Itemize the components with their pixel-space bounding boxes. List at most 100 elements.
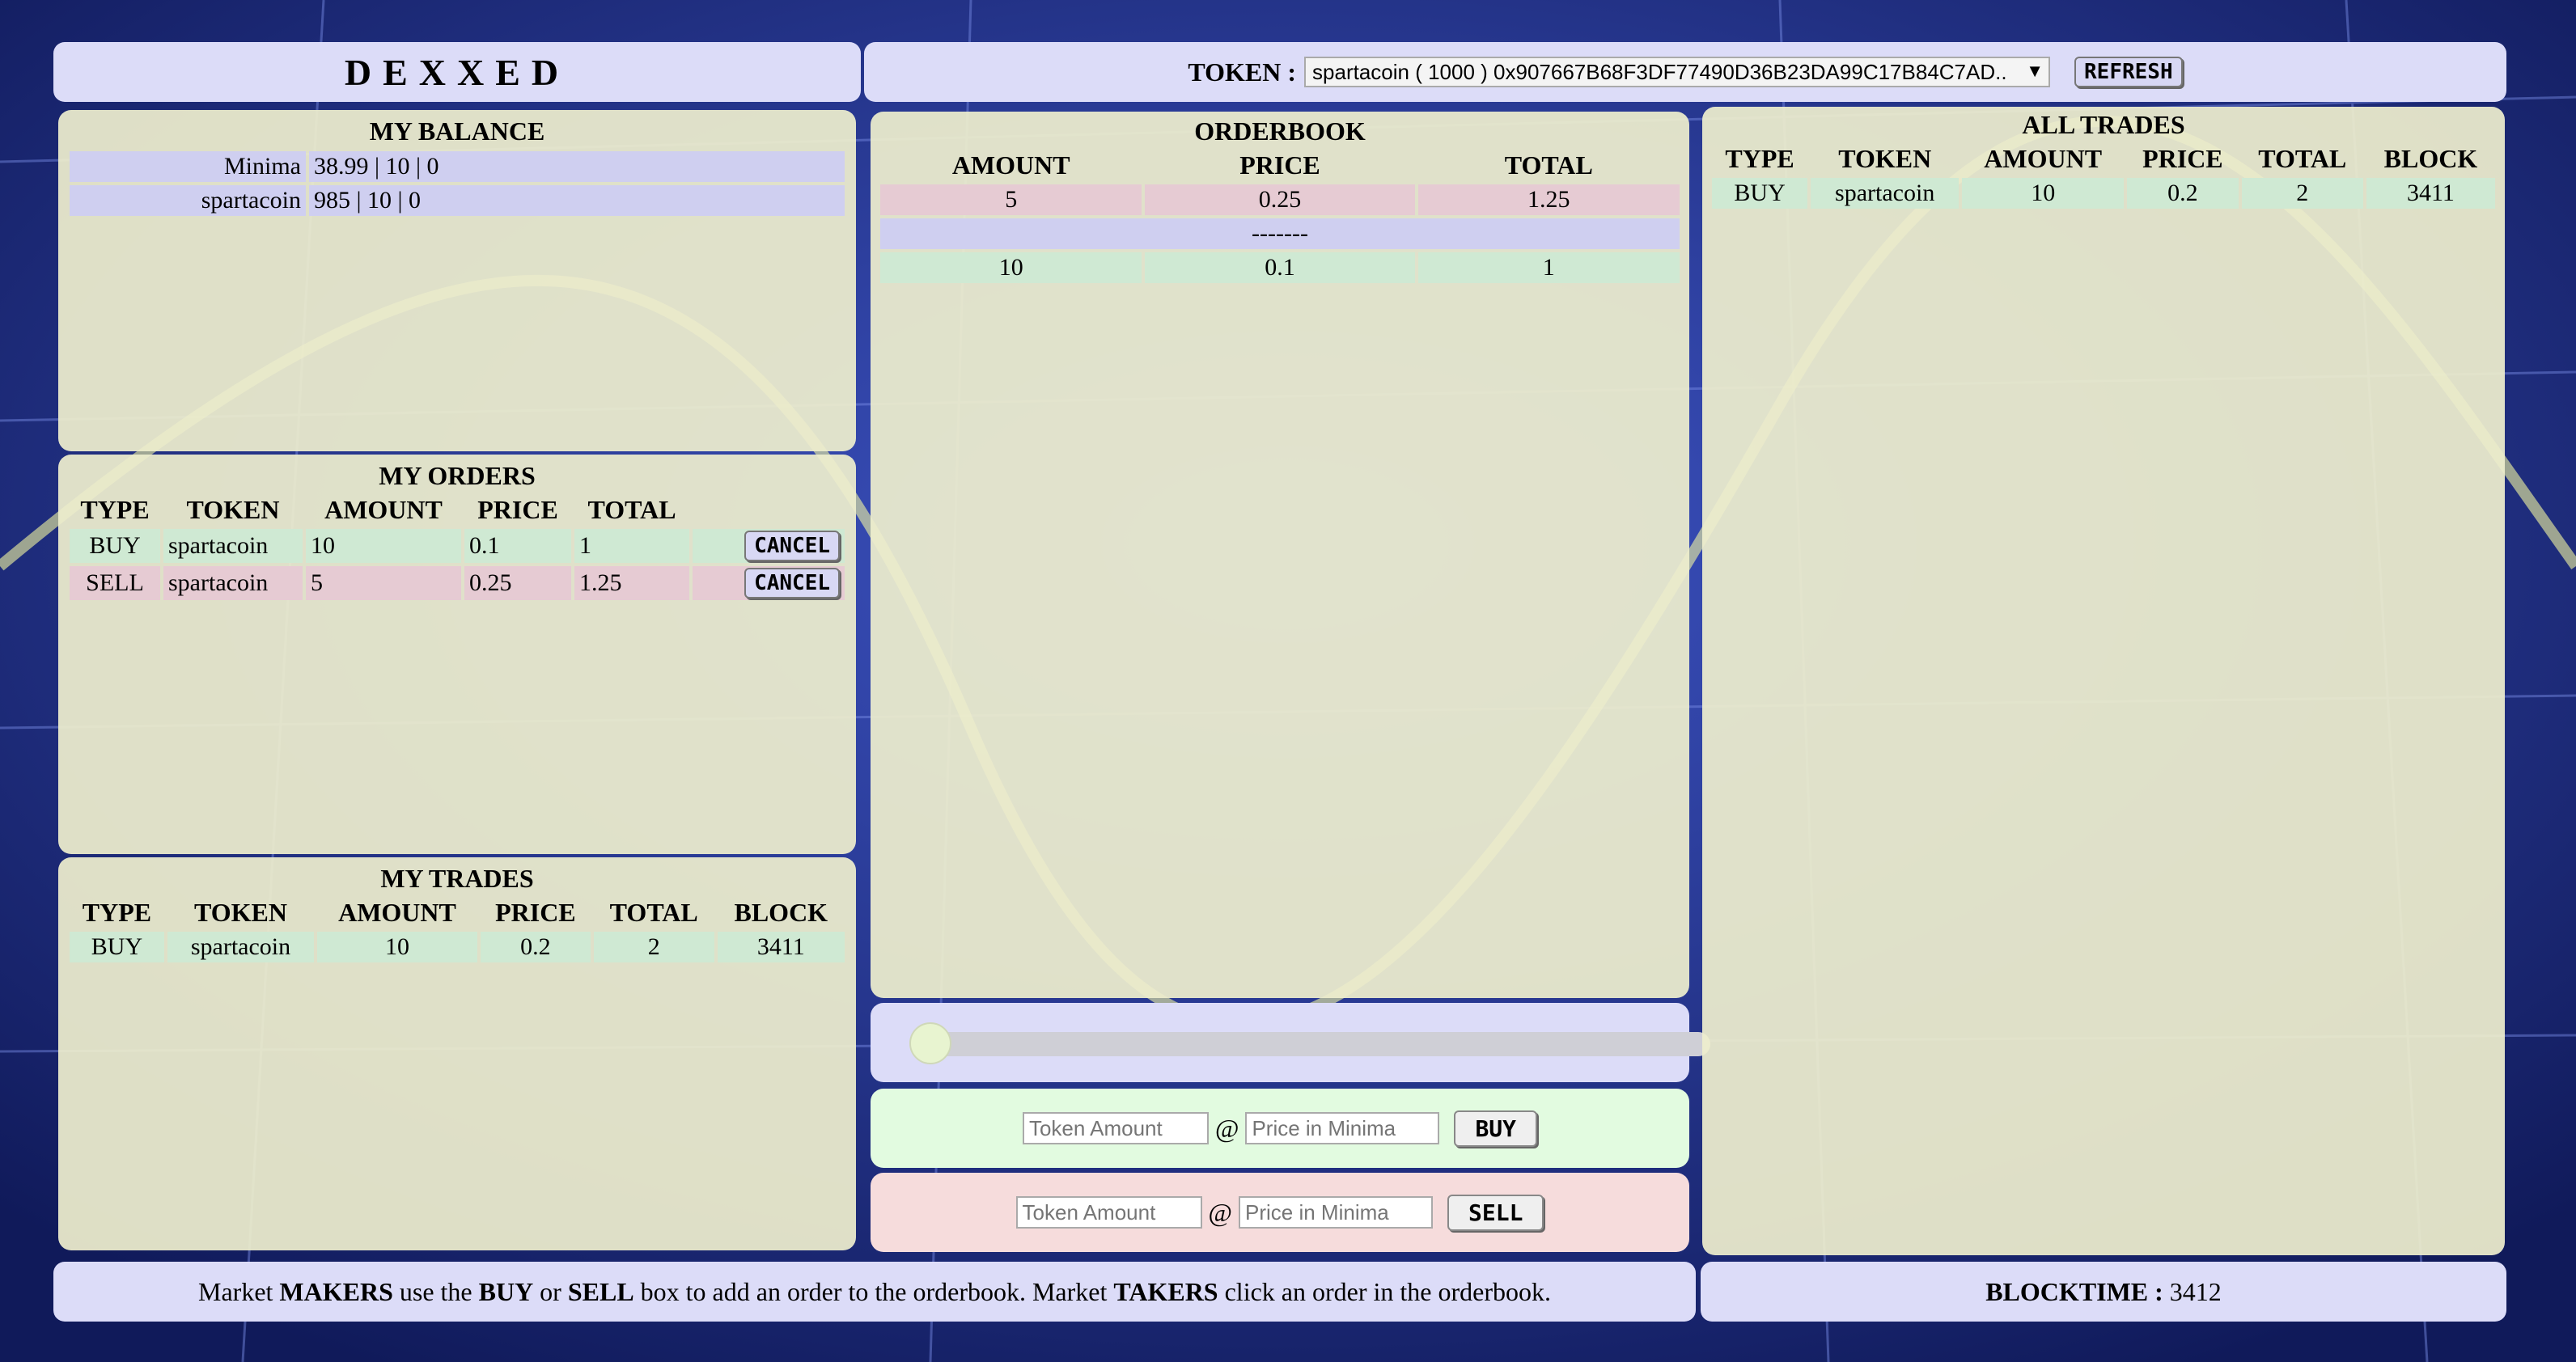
column-header: TOTAL bbox=[609, 898, 698, 927]
orderbook-panel: ORDERBOOK AMOUNT PRICE TOTAL 5 0.25 1.25… bbox=[871, 112, 1689, 998]
column-header: BLOCK bbox=[734, 898, 828, 927]
trade-block: 3411 bbox=[717, 932, 845, 962]
token-select-value: spartacoin ( 1000 ) 0x907667B68F3DF77490… bbox=[1312, 59, 2007, 84]
order-price: 0.25 bbox=[464, 566, 571, 600]
table-row: BUY spartacoin 10 0.2 2 3411 bbox=[1712, 178, 2495, 209]
blocktime-bar: BLOCKTIME : 3412 bbox=[1701, 1262, 2506, 1322]
token-select[interactable]: spartacoin ( 1000 ) 0x907667B68F3DF77490… bbox=[1304, 57, 2051, 87]
my-trades-panel: MY TRADES TYPE TOKEN AMOUNT PRICE TOTAL … bbox=[58, 857, 856, 1250]
column-header: PRICE bbox=[495, 898, 576, 927]
orderbook-total: 1.25 bbox=[1417, 184, 1680, 215]
column-header: AMOUNT bbox=[951, 150, 1070, 180]
refresh-button[interactable]: REFRESH bbox=[2074, 57, 2183, 87]
order-token: spartacoin bbox=[163, 566, 303, 600]
order-amount: 10 bbox=[306, 529, 461, 563]
all-trades-title: ALL TRADES bbox=[2022, 110, 2185, 139]
orderbook-total: 1 bbox=[1417, 252, 1680, 283]
table-row: SELL spartacoin 5 0.25 1.25 CANCEL bbox=[70, 566, 845, 600]
column-header: TOKEN bbox=[186, 495, 280, 524]
column-header: TOTAL bbox=[2258, 144, 2347, 173]
trade-block: 3411 bbox=[2366, 178, 2495, 209]
orderbook-separator: ------- bbox=[880, 218, 1680, 249]
column-header: PRICE bbox=[477, 495, 558, 524]
balance-value: 985 | 10 | 0 bbox=[309, 185, 845, 216]
sell-button[interactable]: SELL bbox=[1447, 1194, 1544, 1231]
trade-token: spartacoin bbox=[1811, 178, 1960, 209]
order-total: 1.25 bbox=[574, 566, 689, 600]
orderbook-sell-row[interactable]: 5 0.25 1.25 bbox=[880, 184, 1680, 215]
sell-form-panel: @ SELL bbox=[871, 1173, 1689, 1252]
instructions-text: Market MAKERS use the BUY or SELL box to… bbox=[198, 1276, 1551, 1306]
price-slider-handle[interactable] bbox=[909, 1022, 951, 1064]
column-header: AMOUNT bbox=[324, 495, 443, 524]
my-trades-table: TYPE TOKEN AMOUNT PRICE TOTAL BLOCK BUY … bbox=[66, 894, 848, 966]
sell-token-amount-input[interactable] bbox=[1015, 1196, 1202, 1229]
order-total: 1 bbox=[574, 529, 689, 563]
trade-amount: 10 bbox=[317, 932, 477, 962]
trade-token: spartacoin bbox=[167, 932, 315, 962]
balance-token: Minima bbox=[70, 151, 306, 182]
orderbook-table: AMOUNT PRICE TOTAL 5 0.25 1.25 ------- 1… bbox=[877, 146, 1683, 286]
order-amount: 5 bbox=[306, 566, 461, 600]
trade-type: BUY bbox=[70, 932, 164, 962]
blocktime-label: BLOCKTIME : bbox=[1985, 1276, 2163, 1306]
orderbook-amount: 10 bbox=[880, 252, 1142, 283]
column-header: TYPE bbox=[82, 898, 152, 927]
app-title: DEXXED bbox=[344, 51, 570, 93]
column-header: AMOUNT bbox=[1984, 144, 2103, 173]
column-header: TOKEN bbox=[1838, 144, 1932, 173]
slider-panel bbox=[871, 1003, 1710, 1082]
column-header: PRICE bbox=[2142, 144, 2223, 173]
my-orders-table: TYPE TOKEN AMOUNT PRICE TOTAL BUY sparta… bbox=[66, 491, 848, 603]
instructions-bar: Market MAKERS use the BUY or SELL box to… bbox=[53, 1262, 1696, 1322]
column-header: AMOUNT bbox=[338, 898, 456, 927]
table-header-row: TYPE TOKEN AMOUNT PRICE TOTAL bbox=[70, 494, 845, 526]
orderbook-separator-row: ------- bbox=[880, 218, 1680, 249]
buy-token-amount-input[interactable] bbox=[1022, 1112, 1209, 1144]
cancel-button[interactable]: CANCEL bbox=[744, 568, 840, 599]
cancel-button[interactable]: CANCEL bbox=[744, 531, 840, 561]
buy-form-panel: @ BUY bbox=[871, 1089, 1689, 1168]
trade-price: 0.2 bbox=[480, 932, 591, 962]
table-row: BUY spartacoin 10 0.2 2 3411 bbox=[70, 932, 845, 962]
all-trades-panel: ALL TRADES TYPE TOKEN AMOUNT PRICE TOTAL… bbox=[1702, 107, 2505, 1255]
orderbook-amount: 5 bbox=[880, 184, 1142, 215]
column-header: TOKEN bbox=[193, 898, 287, 927]
balance-value: 38.99 | 10 | 0 bbox=[309, 151, 845, 182]
at-symbol: @ bbox=[1214, 1113, 1239, 1143]
buy-price-input[interactable] bbox=[1245, 1112, 1440, 1144]
my-trades-title: MY TRADES bbox=[380, 864, 534, 893]
orderbook-price: 0.25 bbox=[1145, 184, 1415, 215]
my-orders-panel: MY ORDERS TYPE TOKEN AMOUNT PRICE TOTAL … bbox=[58, 455, 856, 854]
all-trades-table: TYPE TOKEN AMOUNT PRICE TOTAL BLOCK BUY … bbox=[1709, 140, 2498, 212]
my-balance-title: MY BALANCE bbox=[369, 116, 545, 146]
order-token: spartacoin bbox=[163, 529, 303, 563]
blocktime-value: 3412 bbox=[2163, 1276, 2222, 1306]
buy-button[interactable]: BUY bbox=[1454, 1110, 1538, 1147]
orderbook-buy-row[interactable]: 10 0.1 1 bbox=[880, 252, 1680, 283]
order-type: BUY bbox=[70, 529, 160, 563]
at-symbol: @ bbox=[1208, 1197, 1233, 1227]
column-header: PRICE bbox=[1239, 150, 1320, 180]
column-header: TOTAL bbox=[1504, 150, 1593, 180]
trade-type: BUY bbox=[1712, 178, 1808, 209]
price-slider-track[interactable] bbox=[930, 1032, 1710, 1056]
balance-token: spartacoin bbox=[70, 185, 306, 216]
trade-price: 0.2 bbox=[2127, 178, 2239, 209]
table-header-row: TYPE TOKEN AMOUNT PRICE TOTAL BLOCK bbox=[70, 897, 845, 928]
table-row: Minima 38.99 | 10 | 0 bbox=[70, 151, 845, 182]
column-header: TYPE bbox=[80, 495, 150, 524]
column-header: BLOCK bbox=[2383, 144, 2478, 173]
trade-amount: 10 bbox=[1962, 178, 2125, 209]
my-orders-title: MY ORDERS bbox=[379, 461, 536, 490]
orderbook-price: 0.1 bbox=[1145, 252, 1415, 283]
sell-price-input[interactable] bbox=[1239, 1196, 1434, 1229]
table-row: BUY spartacoin 10 0.1 1 CANCEL bbox=[70, 529, 845, 563]
column-header: TYPE bbox=[1725, 144, 1794, 173]
trade-total: 2 bbox=[2241, 178, 2363, 209]
order-price: 0.1 bbox=[464, 529, 571, 563]
app-title-bar: DEXXED bbox=[53, 42, 861, 102]
table-header-row: TYPE TOKEN AMOUNT PRICE TOTAL BLOCK bbox=[1712, 143, 2495, 175]
table-row: spartacoin 985 | 10 | 0 bbox=[70, 185, 845, 216]
order-type: SELL bbox=[70, 566, 160, 600]
